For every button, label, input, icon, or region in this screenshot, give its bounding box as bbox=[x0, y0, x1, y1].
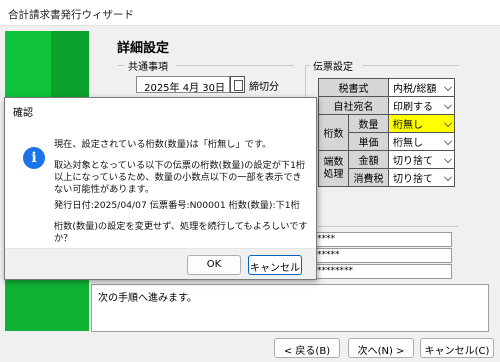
slip-group-line-top-right bbox=[363, 65, 459, 66]
lower-group-line bbox=[318, 226, 458, 227]
consumption-tax-rounding-value: 切り捨て bbox=[393, 174, 433, 185]
digits-label: 桁数 bbox=[318, 114, 349, 151]
window-titlebar: 合計請求書発行ウィザード bbox=[0, 0, 500, 26]
amount-label: 金額 bbox=[348, 150, 389, 169]
chevron-down-icon bbox=[444, 83, 452, 91]
dialog-line-2: 取込対象となっている以下の伝票の桁数(数量)の設定が下1桁以上になっているため、… bbox=[54, 160, 306, 195]
dialog-line-4: 桁数(数量)の設定を変更せず、処理を続行してもよろしいですか？ bbox=[54, 221, 308, 244]
masked-field-1[interactable]: **** bbox=[312, 232, 452, 247]
tax-format-label: 税書式 bbox=[318, 78, 389, 97]
quantity-label: 数量 bbox=[348, 114, 389, 133]
unit-price-label: 単価 bbox=[348, 132, 389, 151]
calendar-icon[interactable] bbox=[230, 76, 245, 93]
amount-rounding-value: 切り捨て bbox=[393, 156, 433, 167]
tax-format-select[interactable]: 内税/総額 bbox=[388, 78, 455, 97]
cutoff-label: 締切分 bbox=[249, 82, 279, 93]
common-group-line-right bbox=[176, 65, 294, 66]
company-address-label: 自社宛名 bbox=[318, 96, 389, 115]
quantity-digits-select[interactable]: 桁無し bbox=[388, 114, 455, 133]
slip-group-line-top-left bbox=[305, 65, 310, 66]
chevron-down-icon bbox=[444, 155, 452, 163]
dialog-line-1: 現在、設定されている桁数(数量)は「桁無し」です。 bbox=[54, 139, 272, 150]
unit-price-digits-value: 桁無し bbox=[393, 138, 423, 149]
quantity-digits-value: 桁無し bbox=[393, 120, 423, 131]
cutoff-date-field[interactable]: 2025年 4月 30日 bbox=[136, 76, 230, 94]
slip-section-heading: 伝票設定 bbox=[313, 62, 353, 73]
window-title: 合計請求書発行ウィザード bbox=[8, 9, 134, 21]
unit-price-digits-select[interactable]: 桁無し bbox=[388, 132, 455, 151]
chevron-down-icon bbox=[444, 173, 452, 181]
masked-field-2[interactable]: ***** bbox=[312, 248, 452, 263]
dialog-body: i 現在、設定されている桁数(数量)は「桁無し」です。 取込対象となっている以下… bbox=[5, 120, 316, 245]
consumption-tax-label: 消費税 bbox=[348, 168, 389, 187]
page-title: 詳細設定 bbox=[117, 41, 170, 56]
dialog-footer: OK キャンセル bbox=[5, 248, 316, 279]
tax-format-value: 内税/総額 bbox=[393, 84, 437, 95]
consumption-tax-rounding-select[interactable]: 切り捨て bbox=[388, 168, 455, 187]
next-button[interactable]: 次へ(N) > bbox=[348, 338, 414, 358]
dialog-line-3: 発行日付:2025/04/07 伝票番号:N00001 桁数(数量):下1桁 bbox=[54, 200, 300, 211]
dialog-ok-button[interactable]: OK bbox=[187, 255, 241, 275]
dialog-titlebar: 確認 bbox=[5, 98, 316, 120]
company-address-value: 印刷する bbox=[393, 102, 433, 113]
dialog-cancel-button[interactable]: キャンセル bbox=[248, 255, 302, 275]
masked-field-3[interactable]: ******** bbox=[312, 264, 452, 279]
chevron-down-icon bbox=[444, 101, 452, 109]
back-button[interactable]: < 戻る(B) bbox=[274, 338, 340, 358]
confirm-dialog: 確認 i 現在、設定されている桁数(数量)は「桁無し」です。 取込対象となってい… bbox=[4, 97, 317, 280]
amount-rounding-select[interactable]: 切り捨て bbox=[388, 150, 455, 169]
slip-settings-table: 税書式 内税/総額 自社宛名 印刷する 桁数 数量 桁無し 単価 桁無し 端数処… bbox=[318, 78, 455, 187]
chevron-down-icon bbox=[444, 119, 452, 127]
company-address-select[interactable]: 印刷する bbox=[388, 96, 455, 115]
cancel-wizard-button[interactable]: キャンセル(C) bbox=[420, 338, 494, 358]
common-group-line-left bbox=[118, 65, 124, 66]
info-icon: i bbox=[23, 147, 45, 169]
dialog-title: 確認 bbox=[13, 108, 33, 119]
chevron-down-icon bbox=[444, 137, 452, 145]
wizard-message-box: 次の手順へ進みます。 bbox=[91, 284, 489, 332]
rounding-label: 端数処理 bbox=[318, 150, 349, 187]
common-section-heading: 共通事項 bbox=[128, 62, 168, 73]
